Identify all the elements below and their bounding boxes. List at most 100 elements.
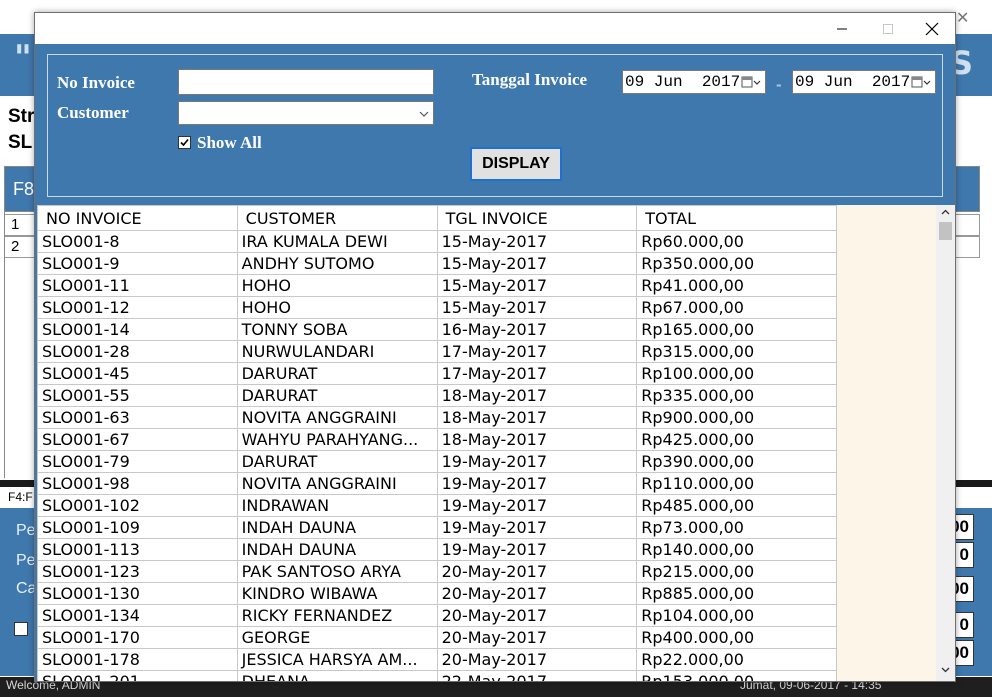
table-row[interactable]: SLO001-98 NOVITA ANGGRAINI 19-May-2017 Rp11… — [37, 472, 837, 495]
minimize-button[interactable] — [819, 13, 865, 44]
table-row[interactable]: SLO001-45 DARURAT 17-May-2017 Rp100.000,00 — [37, 362, 837, 385]
table-row[interactable]: SLO001-170 GEORGE 20-May-2017 Rp400.000,00 — [37, 626, 837, 649]
table-row[interactable]: SLO001-102 INDRAWAN 19-May-2017 Rp485.000,0… — [37, 494, 837, 517]
scrollbar-thumb[interactable] — [939, 222, 952, 240]
table-row[interactable]: SLO001-14 TONNY SOBA 16-May-2017 Rp165.000,… — [37, 318, 837, 341]
cell-no-invoice: SLO001-11 — [37, 274, 238, 297]
calendar-icon — [911, 76, 931, 88]
chevron-down-icon[interactable] — [941, 667, 950, 673]
background-checkbox[interactable] — [14, 622, 28, 636]
cell-customer: JESSICA HARSYA AM... — [236, 648, 438, 671]
cell-customer: NURWULANDARI — [236, 340, 438, 363]
table-row[interactable]: SLO001-201DHEANA22-May-2017Rp153.000,00 — [37, 670, 837, 681]
cell-tgl-invoice: 20-May-2017 — [436, 560, 638, 583]
cell-no-invoice: SLO001-8 — [37, 230, 238, 253]
cell-tgl-invoice: 19-May-2017 — [436, 516, 638, 539]
dialog-titlebar — [35, 13, 955, 44]
table-row[interactable]: SLO001-28 NURWULANDARI 17-May-2017 Rp315.00… — [37, 340, 837, 363]
table-row[interactable]: SLO001-55 DARURAT 18-May-2017 Rp335.000,00 — [37, 384, 837, 407]
cell-customer: INDAH DAUNA — [236, 538, 438, 561]
cell-total: Rp485.000,00 — [636, 494, 837, 517]
date-to-dropdown[interactable] — [911, 75, 931, 89]
show-all-checkbox[interactable] — [178, 136, 191, 149]
table-row[interactable]: SLO001-109 INDAH DAUNA 19-May-2017 Rp73.000… — [37, 516, 837, 539]
date-from-value: 09 Jun 2017 — [625, 73, 741, 91]
table-row[interactable]: SLO001-79 DARURAT 19-May-2017 Rp390.000,00 — [37, 450, 837, 473]
cell-customer: DHEANA — [236, 670, 438, 681]
chevron-up-icon[interactable] — [941, 209, 950, 215]
cell-tgl-invoice: 20-May-2017 — [436, 582, 638, 605]
invoice-grid: NO INVOICE CUSTOMER TGL INVOICE TOTAL SL… — [37, 205, 955, 681]
cell-no-invoice: SLO001-67 — [37, 428, 238, 451]
table-row[interactable]: SLO001-12 HOHO 15-May-2017 Rp67.000,00 — [37, 296, 837, 319]
cell-total: Rp104.000,00 — [636, 604, 837, 627]
table-row[interactable]: SLO001-178 JESSICA HARSYA AM... 20-May-201… — [37, 648, 837, 671]
cell-no-invoice: SLO001-201 — [37, 670, 238, 681]
customer-select[interactable] — [178, 101, 434, 125]
cell-no-invoice: SLO001-9 — [37, 252, 238, 275]
cell-total: Rp73.000,00 — [636, 516, 837, 539]
table-row[interactable]: SLO001-63 NOVITA ANGGRAINI 18-May-2017 Rp90… — [37, 406, 837, 429]
cell-no-invoice: SLO001-113 — [37, 538, 238, 561]
checkbox-checked-icon — [180, 138, 189, 147]
cell-customer: RICKY FERNANDEZ — [236, 604, 438, 627]
background-left-heading: Str SL — [8, 104, 34, 156]
column-header-no-invoice[interactable]: NO INVOICE — [37, 205, 238, 231]
background-heading-line2: SL — [8, 132, 33, 153]
cell-no-invoice: SLO001-170 — [37, 626, 238, 649]
cell-tgl-invoice: 15-May-2017 — [436, 230, 638, 253]
column-header-customer[interactable]: CUSTOMER — [236, 205, 438, 231]
table-row[interactable]: SLO001-113 INDAH DAUNA 19-May-2017 Rp140.00… — [37, 538, 837, 561]
cell-customer: NOVITA ANGGRAINI — [236, 406, 438, 429]
background-divider — [4, 166, 5, 478]
cell-total: Rp400.000,00 — [636, 626, 837, 649]
close-button[interactable] — [909, 13, 955, 44]
cell-tgl-invoice: 15-May-2017 — [436, 252, 638, 275]
cell-customer: ANDHY SUTOMO — [236, 252, 438, 275]
cell-no-invoice: SLO001-130 — [37, 582, 238, 605]
cell-tgl-invoice: 19-May-2017 — [436, 538, 638, 561]
cell-customer: DARURAT — [236, 450, 438, 473]
cell-tgl-invoice: 18-May-2017 — [436, 406, 638, 429]
table-row[interactable]: SLO001-9 ANDHY SUTOMO 15-May-2017 Rp350.000… — [37, 252, 837, 275]
date-to-picker[interactable]: 09 Jun 2017 — [792, 70, 936, 94]
table-row[interactable]: SLO001-8 IRA KUMALA DEWI 15-May-2017 Rp60.0… — [37, 230, 837, 253]
table-row[interactable]: SLO001-130 KINDRO WIBAWA 20-May-2017 Rp885.… — [37, 582, 837, 605]
close-icon — [925, 22, 939, 35]
minimize-icon — [837, 28, 847, 29]
cell-no-invoice: SLO001-109 — [37, 516, 238, 539]
cell-tgl-invoice: 19-May-2017 — [436, 494, 638, 517]
date-from-picker[interactable]: 09 Jun 2017 — [622, 70, 766, 94]
cell-customer: TONNY SOBA — [236, 318, 438, 341]
background-row-number: 1 — [11, 216, 20, 233]
cell-total: Rp215.000,00 — [636, 560, 837, 583]
cell-customer: NOVITA ANGGRAINI — [236, 472, 438, 495]
table-row[interactable]: SLO001-134 RICKY FERNANDEZ 20-May-2017 Rp10… — [37, 604, 837, 627]
dialog-body: No Invoice Customer Show All Tanggal Inv… — [35, 44, 955, 681]
cell-tgl-invoice: 18-May-2017 — [436, 384, 638, 407]
no-invoice-input[interactable] — [178, 69, 434, 95]
column-header-total[interactable]: TOTAL — [636, 205, 837, 231]
column-header-tgl-invoice[interactable]: TGL INVOICE — [436, 205, 638, 231]
display-button[interactable]: DISPLAY — [470, 147, 562, 181]
cell-no-invoice: SLO001-12 — [37, 296, 238, 319]
cell-customer: IRA KUMALA DEWI — [236, 230, 438, 253]
date-from-dropdown[interactable] — [741, 75, 761, 89]
cell-total: Rp165.000,00 — [636, 318, 837, 341]
cell-tgl-invoice: 17-May-2017 — [436, 362, 638, 385]
background-row-number: 2 — [11, 238, 20, 255]
cell-no-invoice: SLO001-63 — [37, 406, 238, 429]
background-close-icon[interactable]: ✕ — [956, 8, 969, 28]
cell-tgl-invoice: 19-May-2017 — [436, 472, 638, 495]
cell-total: Rp110.000,00 — [636, 472, 837, 495]
background-side-label: Pe — [16, 552, 36, 569]
cell-total: Rp315.000,00 — [636, 340, 837, 363]
cell-customer: HOHO — [236, 296, 438, 319]
table-row[interactable]: SLO001-11 HOHO 15-May-2017 Rp41.000,00 — [37, 274, 837, 297]
grid-vertical-scrollbar[interactable] — [936, 205, 955, 681]
cell-total: Rp153.000,00 — [636, 670, 837, 681]
table-row[interactable]: SLO001-123 PAK SANTOSO ARYA 20-May-2017 Rp2… — [37, 560, 837, 583]
show-all-label: Show All — [197, 133, 262, 152]
table-row[interactable]: SLO001-67 WAHYU PARAHYANG... 18-May-2017 Rp… — [37, 428, 837, 451]
cell-customer: INDAH DAUNA — [236, 516, 438, 539]
